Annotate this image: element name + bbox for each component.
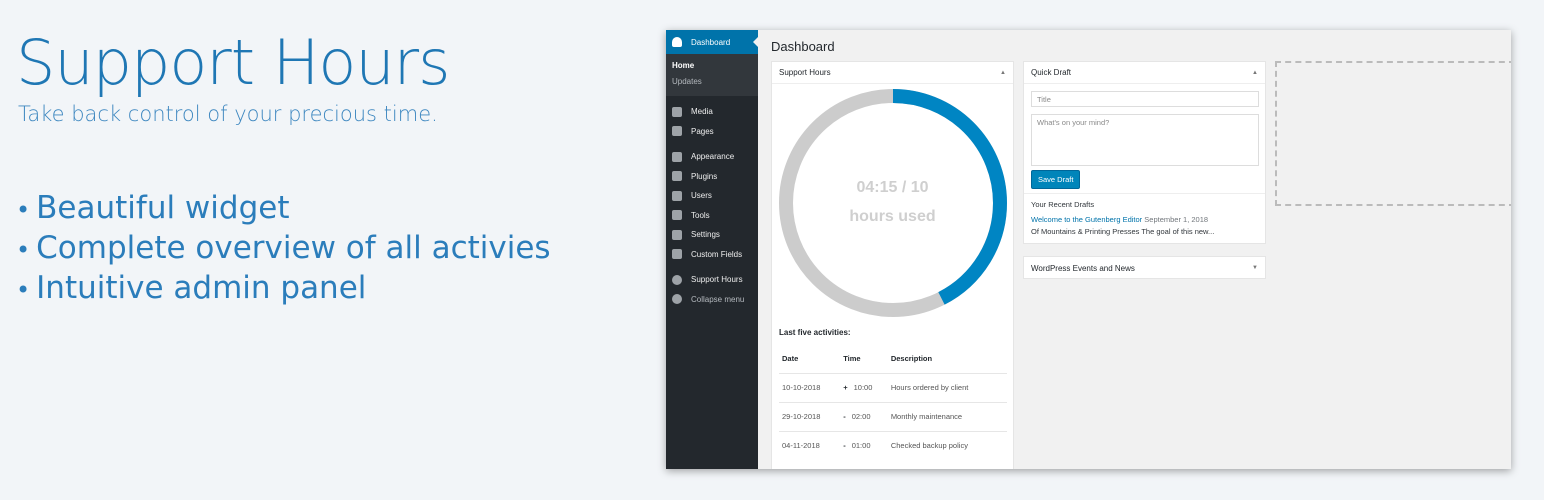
tools-icon [672, 210, 682, 221]
widget-title: Quick Draft [1031, 68, 1072, 77]
sidebar-item-settings[interactable]: Settings [666, 225, 758, 245]
support-hours-widget: Support Hours ▲ 04:15 / 10 hours used Las… [771, 61, 1014, 469]
expand-arrow-icon[interactable]: ▼ [1252, 265, 1258, 271]
activity-time: 02:00 [851, 412, 871, 421]
hours-used-value: 04:15 / 10 [856, 179, 929, 196]
activities-table: Date Time Description 10-10-2018 +10:00 Hour… [779, 344, 1007, 460]
dashboard-submenu: Home Updates [666, 54, 758, 96]
sidebar-item-support-hours[interactable]: Support Hours [666, 270, 758, 290]
sidebar-item-label: Plugins [691, 171, 718, 181]
wp-admin-screenshot: Dashboard Home Updates Media Pages Appeara… [666, 30, 1511, 469]
sidebar-item-media[interactable]: Media [666, 102, 758, 122]
activity-description: Hours ordered by client [887, 372, 1007, 402]
activity-date: 10-10-2018 [779, 372, 841, 402]
collapse-arrow-icon[interactable]: ▲ [1252, 70, 1258, 76]
table-row: 10-10-2018 +10:00 Hours ordered by client [779, 372, 1007, 402]
dashboard-icon [672, 37, 682, 47]
media-icon [672, 106, 682, 117]
activities-title: Last five activities: [779, 328, 851, 337]
sidebar-item-label: Tools [691, 210, 710, 220]
sidebar-item-label: Support Hours [691, 275, 743, 285]
feature-list: • Beautiful widget • Complete overview of … [16, 188, 551, 308]
appearance-icon [672, 151, 682, 162]
custom-fields-icon [672, 249, 682, 260]
sidebar-item-label: Settings [691, 230, 720, 240]
activity-description: Monthly maintenance [887, 401, 1007, 431]
sidebar-item-pages[interactable]: Pages [666, 122, 758, 142]
quick-draft-widget: Quick Draft ▲ Title What's on your mind? … [1023, 61, 1266, 244]
sidebar-item-label: Media [691, 107, 713, 117]
sidebar-item-plugins[interactable]: Plugins [666, 167, 758, 187]
page-title: Dashboard [771, 39, 835, 54]
events-widget: WordPress Events and News ▼ [1023, 256, 1266, 279]
feature-item: • Beautiful widget [16, 190, 290, 226]
sidebar-item-label: Appearance [691, 152, 735, 162]
hours-ring [779, 89, 1007, 317]
draft-item[interactable]: Of Mountains & Printing Presses The goal… [1031, 226, 1214, 238]
empty-drop-zone [1275, 61, 1511, 206]
submenu-home[interactable]: Home [672, 58, 752, 74]
users-icon [672, 190, 682, 201]
sidebar-item-appearance[interactable]: Appearance [666, 147, 758, 167]
activity-date: 04-11-2018 [779, 430, 841, 460]
draft-title-input[interactable]: Title [1031, 91, 1259, 107]
activity-sign: + [843, 383, 848, 392]
widget-title: Support Hours [779, 68, 831, 77]
feature-item: • Complete overview of all activies [16, 230, 551, 266]
hero-title: Support Hours [16, 26, 450, 99]
activity-description: Checked backup policy [887, 430, 1007, 460]
sidebar-item-label: Collapse menu [691, 294, 745, 304]
sidebar-item-label: Pages [691, 126, 714, 136]
draft-date: September 1, 2018 [1144, 215, 1209, 224]
table-row: 04-11-2018-01:00 Checked backup policy [779, 430, 1007, 460]
draft-body-textarea[interactable]: What's on your mind? [1031, 114, 1259, 166]
feature-item: • Intuitive admin panel [16, 270, 367, 306]
settings-icon [672, 229, 682, 240]
save-draft-button[interactable]: Save Draft [1031, 170, 1081, 189]
admin-sidebar: Dashboard Home Updates Media Pages Appeara… [666, 30, 758, 469]
collapse-arrow-icon[interactable]: ▲ [1000, 70, 1006, 76]
hours-used-label: hours used [849, 208, 936, 225]
submenu-updates[interactable]: Updates [672, 74, 752, 90]
pages-icon [672, 126, 682, 137]
col-description: Description [890, 353, 933, 363]
activity-sign: - [843, 441, 846, 451]
sidebar-item-label: Users [691, 191, 712, 201]
hero-subtitle: Take back control of your precious time. [18, 102, 438, 126]
sidebar-item-tools[interactable]: Tools [666, 206, 758, 226]
sidebar-item-custom-fields[interactable]: Custom Fields [666, 245, 758, 265]
sidebar-item-users[interactable]: Users [666, 186, 758, 206]
col-date: Date [782, 353, 799, 363]
draft-link[interactable]: Welcome to the Gutenberg Editor [1031, 215, 1142, 224]
recent-drafts-heading: Your Recent Drafts [1031, 200, 1095, 209]
sidebar-item-collapse-menu[interactable]: Collapse menu [666, 290, 758, 310]
plugins-icon [672, 171, 682, 182]
clock-icon [672, 274, 682, 285]
col-time: Time [843, 353, 861, 363]
sidebar-item-dashboard[interactable]: Dashboard [666, 30, 758, 54]
activity-sign: - [843, 412, 846, 421]
sidebar-item-label: Custom Fields [691, 249, 743, 259]
activity-time: 01:00 [851, 441, 871, 451]
table-row: 29-10-2018-02:00 Monthly maintenance [779, 401, 1007, 431]
activity-date: 29-10-2018 [779, 401, 841, 431]
sidebar-item-label: Dashboard [691, 37, 731, 47]
widget-title: WordPress Events and News [1031, 263, 1135, 273]
activity-time: 10:00 [853, 383, 873, 392]
collapse-icon [672, 294, 682, 305]
